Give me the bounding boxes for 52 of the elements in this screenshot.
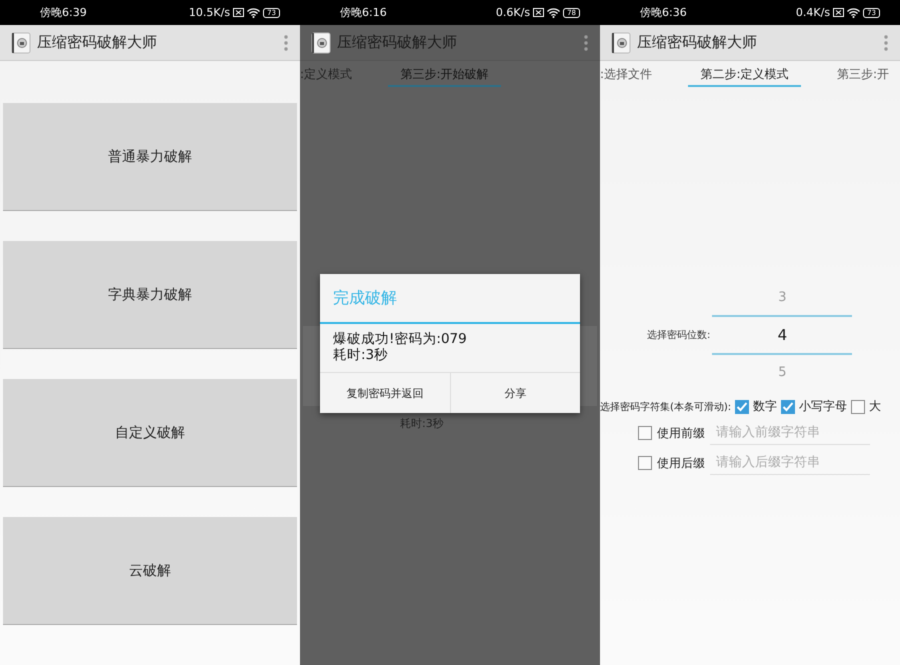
- mode-button[interactable]: 普通暴力破解: [3, 103, 297, 211]
- mode-button[interactable]: 云破解: [3, 517, 297, 625]
- checkbox-label: 大: [869, 398, 882, 415]
- picker-value: 5: [777, 364, 788, 382]
- dialog-message: 爆破成功!密码为:079: [333, 331, 468, 347]
- picker-value: 4: [712, 315, 852, 355]
- checkbox[interactable]: [638, 456, 652, 470]
- more-icon[interactable]: [884, 34, 888, 50]
- more-icon[interactable]: [284, 34, 288, 50]
- network-speed: 0.6K/s: [496, 6, 530, 19]
- app-icon: [311, 32, 331, 54]
- step-tab[interactable]: 第二步:定义模式: [688, 66, 802, 87]
- dialog-message: 耗时:3秒: [333, 347, 390, 363]
- wifi-icon: [547, 8, 560, 18]
- input-field[interactable]: 请输入前缀字符串: [710, 421, 870, 445]
- app-title: 压缩密码破解大师: [37, 33, 158, 52]
- sim-icon: [833, 8, 844, 17]
- checkbox-label: 小写字母: [799, 398, 848, 415]
- checkbox-label: 数字: [753, 398, 778, 415]
- wifi-icon: [847, 8, 860, 18]
- picker-value: 3: [777, 289, 788, 307]
- step-tab[interactable]: :选择文件: [600, 66, 652, 85]
- app-title: 压缩密码破解大师: [337, 33, 458, 52]
- app-icon: [11, 32, 31, 54]
- dialog-title: 完成破解: [320, 274, 580, 324]
- dialog-button[interactable]: 分享: [450, 373, 580, 413]
- status-time: 傍晚6:36: [640, 5, 687, 20]
- more-icon[interactable]: [584, 34, 588, 50]
- result-text: 耗时:3秒: [400, 416, 445, 431]
- network-speed: 10.5K/s: [188, 6, 230, 19]
- sim-icon: [533, 8, 544, 17]
- mode-button[interactable]: 字典暴力破解: [3, 241, 297, 349]
- status-time: 傍晚6:39: [40, 5, 87, 20]
- app-icon: [611, 32, 631, 54]
- number-picker[interactable]: 3 4 5: [712, 280, 852, 390]
- checkbox[interactable]: [851, 400, 866, 414]
- length-label: 选择密码位数:: [647, 328, 710, 342]
- network-speed: 0.4K/s: [796, 6, 830, 19]
- checkbox-label: 使用前缀: [657, 424, 705, 442]
- input-field[interactable]: 请输入后缀字符串: [710, 451, 870, 475]
- checkbox[interactable]: [735, 400, 750, 414]
- checkbox-label: 使用后缀: [657, 454, 705, 472]
- checkbox[interactable]: [781, 400, 796, 414]
- sim-icon: [233, 8, 244, 17]
- step-tab[interactable]: 第三步:开: [837, 66, 890, 85]
- app-title: 压缩密码破解大师: [637, 33, 758, 52]
- checkbox[interactable]: [638, 426, 652, 440]
- status-time: 傍晚6:16: [340, 5, 387, 20]
- dialog-button[interactable]: 复制密码并返回: [320, 373, 450, 413]
- wifi-icon: [247, 8, 260, 18]
- mode-button[interactable]: 自定义破解: [3, 379, 297, 487]
- charset-label: 选择密码字符集(本条可滑动):: [600, 400, 732, 414]
